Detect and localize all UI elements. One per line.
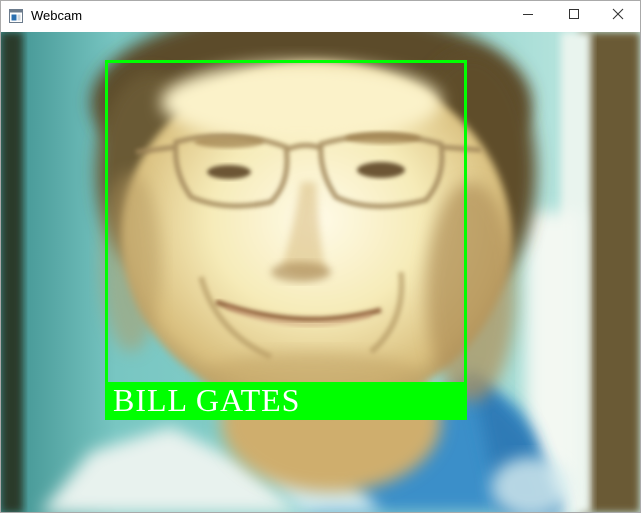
- maximize-icon: [568, 7, 580, 25]
- minimize-icon: [522, 7, 534, 25]
- webcam-window: Webcam BILL GATES: [0, 0, 641, 513]
- title-bar[interactable]: Webcam: [1, 1, 640, 31]
- face-detection-box: [105, 60, 467, 420]
- minimize-button[interactable]: [505, 1, 551, 31]
- face-label: BILL GATES: [113, 382, 301, 418]
- maximize-button[interactable]: [551, 1, 597, 31]
- window-title: Webcam: [31, 8, 83, 23]
- close-icon: [612, 7, 624, 25]
- close-button[interactable]: [595, 1, 640, 31]
- webcam-video-frame: BILL GATES: [1, 32, 640, 512]
- app-window-icon: [9, 9, 23, 23]
